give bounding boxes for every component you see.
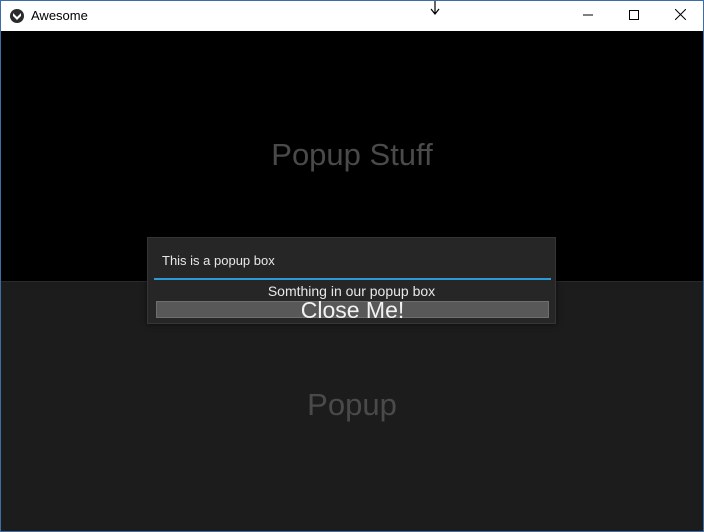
minimize-icon (583, 7, 593, 25)
title-bar[interactable]: Awesome (1, 1, 703, 31)
popup-title-separator (154, 278, 551, 280)
kivy-logo-icon (10, 9, 24, 23)
popup-title: This is a popup box (162, 253, 275, 268)
close-me-button[interactable]: Close Me! (156, 299, 549, 322)
resize-cursor-icon (429, 1, 441, 15)
close-window-button[interactable] (657, 1, 703, 31)
window-title: Awesome (31, 8, 88, 23)
popup-dialog: This is a popup box Somthing in our popu… (147, 237, 556, 324)
maximize-button[interactable] (611, 1, 657, 31)
maximize-icon (629, 7, 639, 25)
app-window: Awesome Popup Stuff Popup This is a popu… (0, 0, 704, 532)
close-icon (674, 7, 686, 25)
minimize-button[interactable] (565, 1, 611, 31)
app-content: Popup Stuff Popup This is a popup box So… (1, 31, 703, 531)
popup-stuff-label: Popup Stuff (271, 137, 433, 172)
popup-label: Popup (307, 387, 397, 422)
